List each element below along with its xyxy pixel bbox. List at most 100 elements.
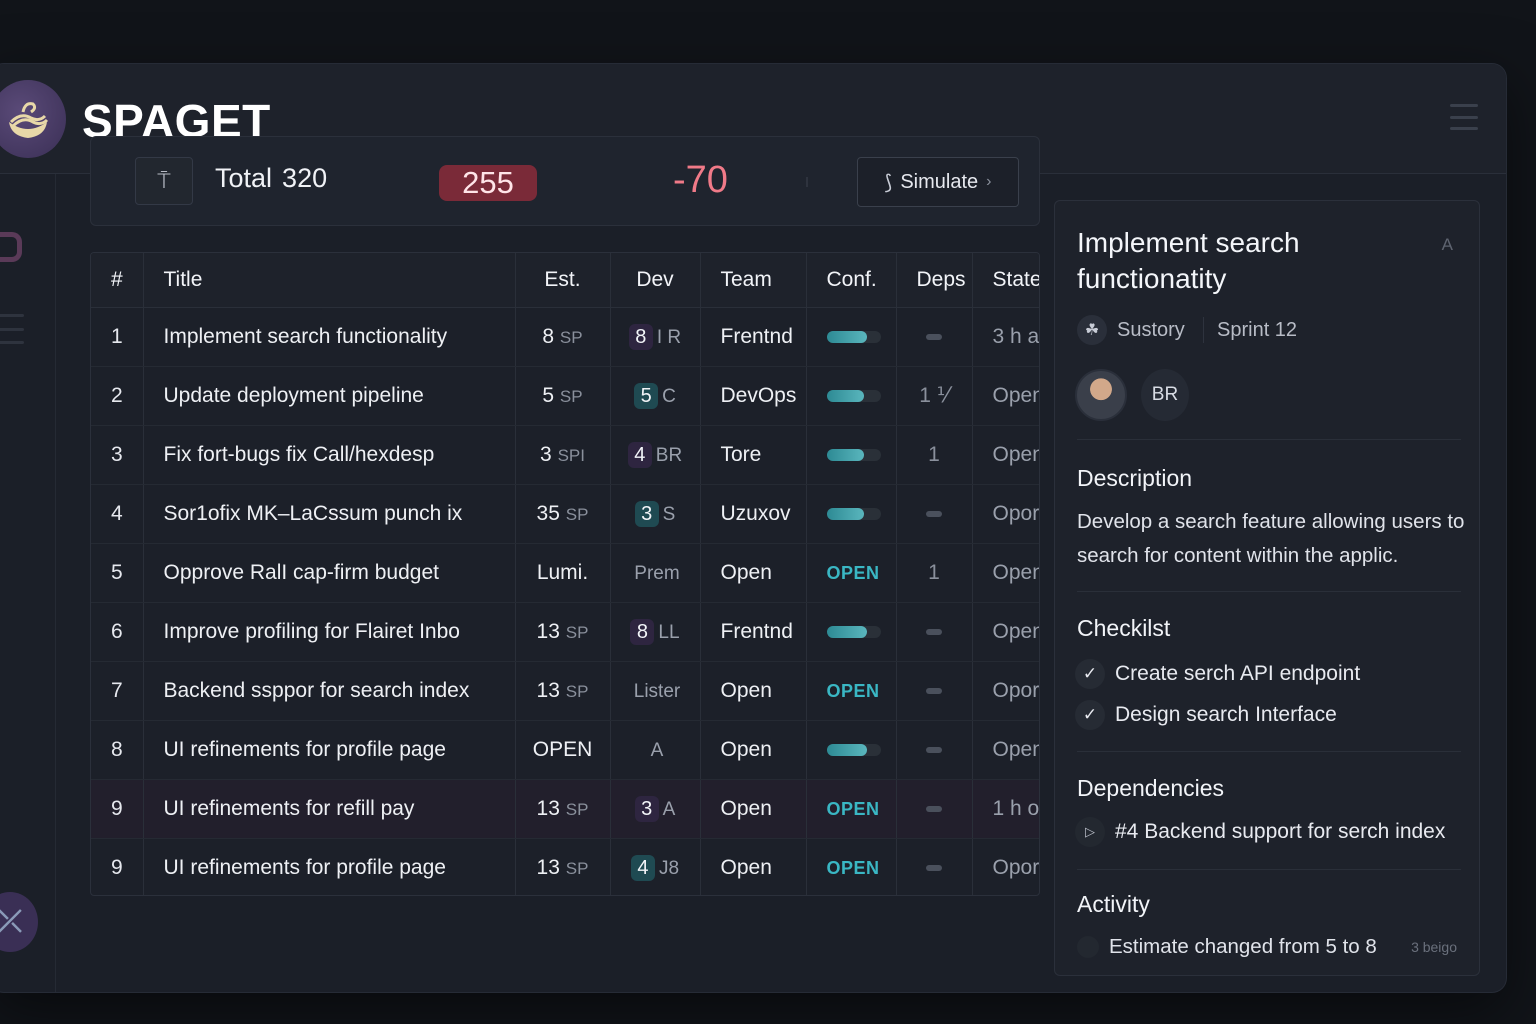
col-header-conf[interactable]: Conf.: [806, 253, 897, 308]
row-state: Open: [972, 366, 1040, 426]
dependency-item[interactable]: ▷ #4 Backend support for serch index: [1075, 817, 1445, 847]
confidence-status: OPEN: [826, 562, 880, 583]
dev-initials: Lister: [633, 680, 681, 702]
confidence-status: OPEN: [826, 798, 880, 819]
confidence-status: OPEN: [826, 857, 880, 878]
description-heading: Description: [1077, 465, 1193, 491]
row-title-text[interactable]: Update deployment pipeline: [164, 384, 424, 407]
row-dev: 8I R: [610, 307, 701, 367]
row-confidence: [806, 720, 897, 780]
sprint-label[interactable]: Sprint 12: [1217, 319, 1297, 342]
row-estimate: OPEN: [515, 720, 611, 780]
confidence-bar: [826, 743, 881, 756]
row-dev: 8 LL: [610, 602, 701, 662]
simulate-label: Simulate: [900, 170, 979, 193]
rail-nav-icon[interactable]: [0, 232, 22, 262]
description-text: Develop a search feature allowing users …: [1077, 510, 1465, 567]
confidence-status: OPEN: [826, 680, 880, 701]
delta-value: -70: [673, 159, 728, 201]
simulate-button[interactable]: ⟆ Simulate ›: [857, 157, 1019, 207]
row-estimate: 35 SP: [515, 484, 611, 544]
confidence-fill: [826, 507, 865, 520]
issue-type[interactable]: Sustory: [1117, 319, 1185, 342]
estimate-value: 13: [536, 678, 560, 702]
assignee-avatar[interactable]: [1075, 369, 1127, 421]
checklist-item[interactable]: ✓ Design search Interface: [1075, 700, 1337, 730]
table-row[interactable]: 7 Backend ssppor for search index 13 SP Lis…: [91, 661, 1039, 721]
table-row[interactable]: 8 UI refinements for profile page OPEN A Ope…: [91, 720, 1039, 780]
check-icon[interactable]: ✓: [1075, 700, 1105, 730]
row-title-text[interactable]: UI refinements for profile page: [164, 738, 446, 761]
deps-count: 1 ⅟: [919, 384, 949, 407]
col-header-deps[interactable]: Deps: [896, 253, 973, 308]
team-name: Frentnd: [720, 619, 793, 643]
table-row[interactable]: 2 Update deployment pipeline 5 SP 5 C DevOps 1…: [91, 366, 1040, 426]
row-number: 9: [91, 838, 144, 895]
col-header-dev[interactable]: Dev: [610, 253, 701, 308]
section-divider: [1077, 751, 1461, 752]
user-avatar-icon[interactable]: ⤫: [0, 892, 38, 952]
confidence-bar: [826, 330, 881, 343]
no-deps-icon: [926, 510, 942, 517]
dev-count-chip: 5: [634, 382, 659, 409]
table-row[interactable]: 9 UI refinements for profile page 13 SP 4 J8…: [91, 838, 1039, 895]
table-header-row: # Title Est. Dev Team Conf. Deps State: [91, 253, 1039, 308]
row-number-text: 1: [111, 324, 123, 348]
row-title: Update deployment pipeline: [143, 366, 516, 426]
state-text: Open: [992, 619, 1040, 643]
no-deps-icon: [926, 687, 942, 694]
table-row[interactable]: 6 Improve profiling for Flairet Inbo 13 SP…: [91, 602, 1040, 662]
hamburger-menu-icon[interactable]: [1450, 104, 1478, 130]
table-row[interactable]: 3 Fix fort-bugs fix Call/hexdesp 3 SPI 4 BR T…: [91, 425, 1039, 485]
estimate-unit: SP: [559, 386, 583, 406]
table-row[interactable]: 9 UI refinements for refill pay 13 SP 3 A Ope…: [91, 779, 1039, 839]
row-dev: Lister: [610, 661, 701, 721]
row-number: 5: [91, 543, 144, 603]
table-row[interactable]: 1 Implement search functionality 8 SP 8 I RF…: [91, 307, 1039, 367]
team-name: Uzuxov: [720, 501, 791, 525]
app-logo[interactable]: [0, 80, 66, 158]
table-row[interactable]: 5 Opprove RalI cap-firm budget Lumi. Prem Op…: [91, 543, 1039, 603]
state-text: Open: [992, 383, 1040, 407]
row-state: Opor: [972, 661, 1039, 721]
col-header-est[interactable]: Est.: [515, 253, 611, 308]
row-title-text[interactable]: UI refinements for profile page: [164, 856, 446, 879]
row-team: Open: [700, 661, 807, 721]
assignee-initials[interactable]: BR: [1141, 369, 1189, 421]
detail-corner-label[interactable]: A: [1442, 235, 1453, 255]
table-row[interactable]: 4 Sor1ofix MK–LaCssum punch ix 35 SP 3 S Uzux…: [91, 484, 1039, 544]
checklist-item[interactable]: ✓ Create serch API endpoint: [1075, 659, 1360, 689]
team-name: Open: [720, 678, 772, 702]
row-confidence: OPEN: [806, 661, 897, 721]
row-team: Open: [700, 779, 807, 839]
row-number-text: 9: [111, 855, 123, 879]
row-dev: 3A: [610, 779, 701, 839]
activity-time: 3 beigo: [1411, 939, 1457, 955]
row-number-text: 9: [111, 796, 123, 820]
row-estimate: Lumi.: [515, 543, 611, 603]
estimate-value: 13: [536, 855, 560, 879]
rail-list-icon[interactable]: [0, 314, 24, 344]
row-deps: 1: [896, 543, 973, 603]
capacity-badge: 255: [439, 165, 537, 201]
col-header-title[interactable]: Title: [143, 253, 516, 308]
row-title-text[interactable]: Sor1ofix MK–LaCssum punch ix: [164, 502, 463, 525]
check-icon[interactable]: ✓: [1075, 659, 1105, 689]
row-title-text[interactable]: Backend ssppor for search index: [164, 679, 470, 702]
col-header-num[interactable]: #: [91, 253, 144, 308]
row-title-text[interactable]: Opprove RalI cap-firm budget: [164, 561, 439, 584]
filter-icon[interactable]: ⍑: [135, 157, 193, 205]
row-title-text[interactable]: UI refinements for refill pay: [164, 797, 415, 820]
no-deps-icon: [926, 864, 942, 871]
confidence-bar: [826, 625, 881, 638]
col-header-state[interactable]: State: [972, 253, 1039, 308]
no-deps-icon: [926, 805, 942, 812]
deps-count: 1: [928, 560, 940, 584]
col-header-team[interactable]: Team: [700, 253, 807, 308]
row-title-text[interactable]: Implement search functionality: [164, 325, 448, 348]
row-title-text[interactable]: Fix fort-bugs fix Call/hexdesp: [164, 443, 435, 466]
row-dev: 5C: [610, 366, 701, 426]
row-title-text[interactable]: Improve profiling for Flairet Inbo: [164, 620, 460, 643]
row-number: 3: [91, 425, 144, 485]
row-dev: A: [610, 720, 701, 780]
